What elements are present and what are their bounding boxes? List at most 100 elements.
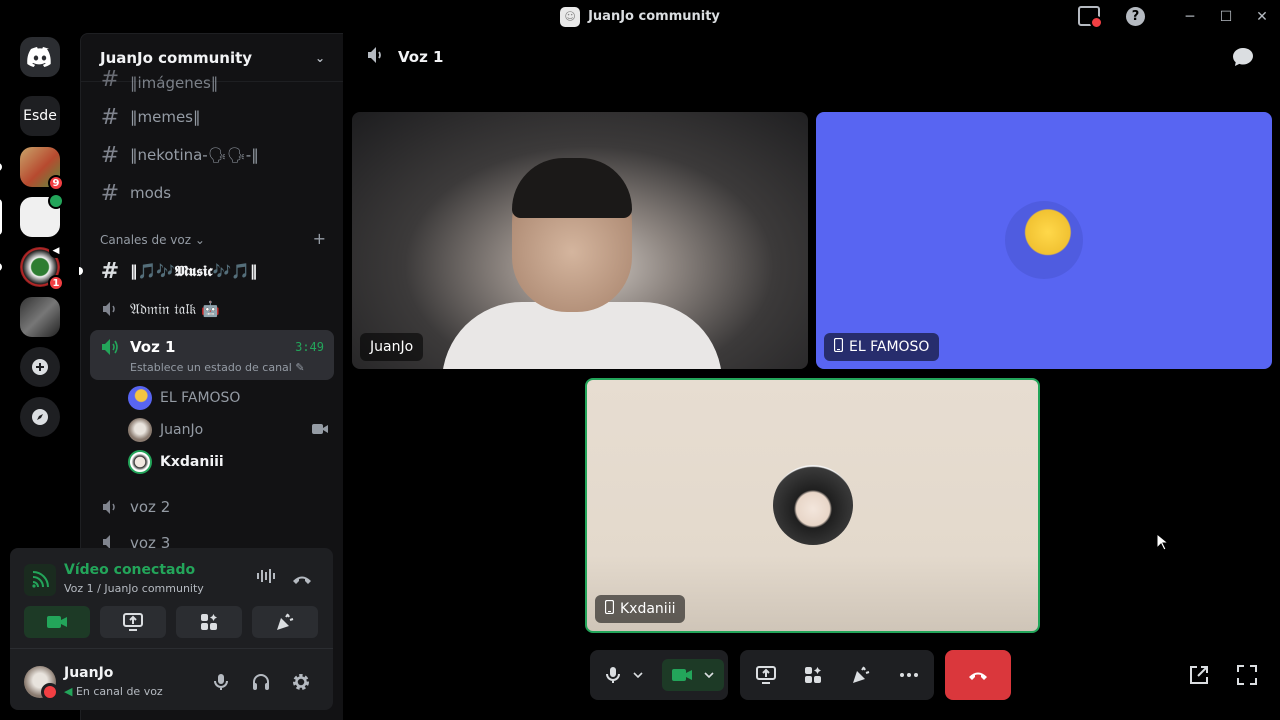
speaker-mini-icon: ◀	[64, 685, 73, 698]
camera-icon	[672, 669, 692, 681]
avatar	[1005, 201, 1083, 279]
camera-icon	[312, 424, 328, 434]
avatar[interactable]	[24, 666, 59, 701]
microphone-options-button[interactable]	[628, 659, 648, 691]
disconnect-icon[interactable]	[292, 570, 312, 589]
soundboard-button[interactable]	[845, 659, 877, 691]
signal-icon[interactable]	[24, 564, 56, 596]
pop-out-button[interactable]	[1186, 662, 1212, 688]
video-tile-el-famoso[interactable]: EL FAMOSO	[816, 112, 1272, 369]
speaker-icon	[366, 46, 386, 68]
channel-item-voz-3[interactable]: voz 3	[90, 529, 334, 549]
call-timer: 3:49	[295, 340, 324, 354]
status-text: Establece un estado de canal	[130, 361, 292, 374]
hang-up-icon	[969, 672, 987, 680]
channel-item-nekotina[interactable]: # ‖nekotina-🗣🗣-‖	[90, 139, 334, 171]
help-icon[interactable]: ?	[1126, 7, 1145, 26]
chevron-down-icon: ⌄	[194, 233, 205, 247]
chat-bubble-icon	[1233, 48, 1253, 66]
channel-item-mods[interactable]: # mods	[90, 177, 334, 209]
speaker-mini-icon: ◀	[49, 244, 63, 258]
speaker-icon	[100, 301, 120, 317]
channel-item-voz-2[interactable]: voz 2	[90, 491, 334, 523]
screen-share-button[interactable]	[100, 606, 166, 638]
user-status-text: En canal de voz	[75, 685, 163, 698]
voice-member[interactable]: Kxdaniii	[128, 448, 328, 476]
channel-item-admin-talk[interactable]: 𝔄𝔡𝔪𝔦𝔫 𝔱𝔞𝔩𝔨 🤖	[90, 293, 334, 325]
soundboard-button[interactable]	[252, 606, 318, 638]
microphone-icon	[214, 674, 228, 690]
voice-channel-active[interactable]: Voz 1 3:49 Establece un estado de canal …	[90, 330, 334, 380]
deafen-button[interactable]	[250, 671, 272, 693]
headphones-icon	[253, 674, 269, 690]
tile-name: JuanJo	[370, 339, 414, 355]
server-esde[interactable]: Esde	[20, 96, 60, 136]
channel-name: ‖nekotina-🗣🗣-‖	[130, 146, 259, 164]
channel-item-cut[interactable]: # ‖imágenes‖	[90, 70, 334, 92]
mouse-cursor-icon	[1156, 532, 1170, 555]
add-server-button[interactable]	[20, 347, 60, 387]
stage-header: Voz 1	[344, 33, 1280, 81]
category-label: Canales de voz	[100, 233, 192, 247]
discover-button[interactable]	[20, 397, 60, 437]
chat-button[interactable]	[1232, 47, 1254, 71]
tile-name-label: JuanJo	[360, 333, 424, 361]
media-controls-group	[590, 650, 728, 700]
activities-button[interactable]	[176, 606, 242, 638]
mute-button[interactable]	[210, 671, 232, 693]
microphone-button[interactable]	[597, 659, 629, 691]
channel-name: mods	[130, 184, 172, 202]
soundboard-icon	[853, 666, 870, 683]
channel-item-music[interactable]: # ‖🎵🎶𝕸𝖚𝖘𝖎𝖈🎶🎵‖	[79, 255, 334, 287]
channel-name: Voz 1	[130, 338, 176, 356]
chevron-down-icon[interactable]	[704, 672, 714, 678]
activities-button[interactable]	[797, 659, 829, 691]
gear-icon	[293, 674, 309, 690]
plus-icon	[32, 359, 48, 375]
server-icon-2[interactable]	[0, 193, 64, 237]
connection-status[interactable]: Vídeo conectado	[64, 562, 195, 578]
screen-share-icon	[123, 613, 143, 631]
activities-icon	[805, 667, 821, 683]
camera-toggle-button[interactable]	[662, 659, 724, 691]
inbox-icon[interactable]	[1078, 6, 1103, 29]
category-voice[interactable]: Canales de voz ⌄ +	[100, 231, 326, 248]
title-bar: ☺ JuanJo community ? ─ ☐ ✕	[0, 0, 1280, 33]
add-channel-icon[interactable]: +	[313, 231, 326, 247]
channel-item-memes[interactable]: # ‖memes‖	[90, 101, 334, 133]
close-button[interactable]: ✕	[1244, 0, 1280, 33]
video-tile-kxdaniii[interactable]: Kxdaniii	[585, 378, 1040, 633]
maximize-button[interactable]: ☐	[1208, 0, 1244, 33]
tile-name: Kxdaniii	[620, 601, 676, 617]
home-button[interactable]	[20, 37, 60, 77]
mention-badge: 1	[48, 275, 64, 291]
microphone-icon	[606, 667, 620, 683]
extras-controls-group	[740, 650, 934, 700]
username[interactable]: JuanJo	[64, 665, 113, 681]
minimize-button[interactable]: ─	[1172, 0, 1208, 33]
discord-logo-icon	[27, 47, 51, 67]
connection-channel[interactable]: Voz 1 / JuanJo community	[64, 582, 204, 595]
noise-suppression-icon[interactable]	[256, 568, 276, 588]
hash-icon: #	[100, 258, 120, 284]
voice-connection-panel: Vídeo conectado Voz 1 / JuanJo community	[10, 548, 333, 648]
settings-button[interactable]	[290, 671, 312, 693]
tile-name-label: EL FAMOSO	[824, 333, 940, 361]
camera-button[interactable]	[24, 606, 90, 638]
server-icon-3[interactable]: ◀ 1	[0, 244, 64, 291]
screen-share-icon	[756, 666, 776, 684]
fullscreen-button[interactable]	[1234, 662, 1260, 688]
more-options-button[interactable]	[893, 659, 925, 691]
pop-out-icon	[1190, 666, 1208, 684]
speaker-icon	[100, 534, 120, 549]
video-tile-juanjo[interactable]: JuanJo	[352, 112, 808, 369]
chevron-down-icon: ⌄	[314, 50, 325, 65]
hash-icon: #	[100, 180, 120, 206]
server-icon-1[interactable]: 9	[0, 147, 64, 191]
channel-status-prompt[interactable]: Establece un estado de canal ✎	[130, 361, 305, 374]
voice-member[interactable]: EL FAMOSO	[128, 384, 328, 412]
disconnect-button[interactable]	[945, 650, 1011, 700]
server-icon-4[interactable]	[20, 297, 60, 337]
voice-member[interactable]: JuanJo	[128, 416, 328, 444]
screen-share-button[interactable]	[750, 659, 782, 691]
